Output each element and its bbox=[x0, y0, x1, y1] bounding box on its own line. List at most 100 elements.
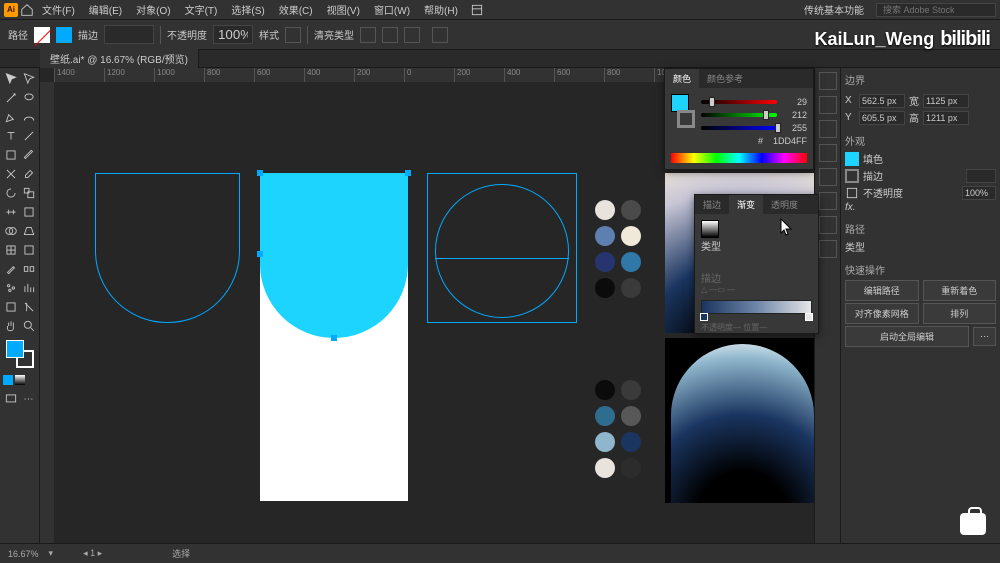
dock-symbols-icon[interactable] bbox=[819, 192, 837, 210]
zoom-tool[interactable] bbox=[20, 317, 37, 335]
prop-h-input[interactable] bbox=[923, 111, 969, 125]
eraser-tool[interactable] bbox=[20, 165, 37, 183]
dock-layers-icon[interactable] bbox=[819, 120, 837, 138]
tab-transparency[interactable]: 透明度 bbox=[763, 195, 806, 214]
appearance-opacity-input[interactable] bbox=[962, 186, 996, 200]
search-input[interactable] bbox=[876, 3, 996, 17]
perspective-tool[interactable] bbox=[20, 222, 37, 240]
menu-edit[interactable]: 编辑(E) bbox=[83, 0, 128, 19]
scale-tool[interactable] bbox=[20, 184, 37, 202]
rotate-tool[interactable] bbox=[2, 184, 19, 202]
menu-file[interactable]: 文件(F) bbox=[36, 0, 81, 19]
fill-stroke-indicator[interactable] bbox=[6, 340, 34, 368]
pen-tool[interactable] bbox=[2, 108, 19, 126]
color-stroke-swatch[interactable] bbox=[677, 110, 695, 128]
gradient-ramp[interactable] bbox=[701, 300, 812, 314]
style-picker[interactable] bbox=[285, 27, 301, 43]
prop-x-input[interactable] bbox=[859, 94, 905, 108]
opacity-input[interactable] bbox=[213, 25, 253, 44]
hex-value[interactable]: 1DD4FF bbox=[767, 136, 807, 146]
paintbrush-tool[interactable] bbox=[20, 146, 37, 164]
mesh-tool[interactable] bbox=[2, 241, 19, 259]
color-mode-switches[interactable] bbox=[2, 375, 37, 385]
artwork-shape-filled-u[interactable] bbox=[260, 173, 408, 338]
prop-y-input[interactable] bbox=[859, 111, 905, 125]
prop-w-input[interactable] bbox=[923, 94, 969, 108]
magic-wand-tool[interactable] bbox=[2, 89, 19, 107]
edit-toolbar[interactable]: ⋯ bbox=[20, 390, 37, 408]
menu-view[interactable]: 视图(V) bbox=[321, 0, 366, 19]
align-btn-3[interactable] bbox=[404, 27, 420, 43]
gradient-tool[interactable] bbox=[20, 241, 37, 259]
symbol-sprayer-tool[interactable] bbox=[2, 279, 19, 297]
no-color-swatch[interactable] bbox=[671, 130, 683, 142]
shaper-tool[interactable] bbox=[2, 165, 19, 183]
dock-libraries-icon[interactable] bbox=[819, 96, 837, 114]
shape-builder-tool[interactable] bbox=[2, 222, 19, 240]
align-btn-2[interactable] bbox=[382, 27, 398, 43]
dock-appearance-icon[interactable] bbox=[819, 240, 837, 258]
gradient-stop-2[interactable] bbox=[805, 313, 813, 321]
type-tool[interactable] bbox=[2, 127, 19, 145]
tab-gradient[interactable]: 渐变 bbox=[729, 195, 763, 214]
btn-pixel-align[interactable]: 对齐像素网格 bbox=[845, 303, 919, 324]
menu-window[interactable]: 窗口(W) bbox=[368, 0, 416, 19]
lasso-tool[interactable] bbox=[20, 89, 37, 107]
rectangle-tool[interactable] bbox=[2, 146, 19, 164]
fill-box[interactable] bbox=[6, 340, 24, 358]
gradient-stroke-swatch[interactable] bbox=[701, 256, 715, 270]
artboard-tool[interactable] bbox=[2, 298, 19, 316]
blend-tool[interactable] bbox=[20, 260, 37, 278]
color-panel[interactable]: 颜色 颜色参考 29 212 255 #1DD4FF bbox=[664, 68, 814, 170]
stroke-weight-input[interactable] bbox=[104, 25, 154, 44]
btn-more[interactable]: ⋯ bbox=[973, 327, 996, 346]
menu-effect[interactable]: 效果(C) bbox=[273, 0, 319, 19]
align-btn-1[interactable] bbox=[360, 27, 376, 43]
tab-stroke[interactable]: 描边 bbox=[695, 195, 729, 214]
btn-edit-path[interactable]: 编辑路径 bbox=[845, 280, 919, 301]
artwork-circle-outline[interactable] bbox=[435, 184, 569, 318]
screen-mode[interactable] bbox=[2, 390, 19, 408]
slider-b[interactable]: 255 bbox=[701, 123, 807, 133]
fill-swatch[interactable] bbox=[34, 27, 50, 43]
tab-color[interactable]: 颜色 bbox=[665, 69, 699, 88]
curvature-tool[interactable] bbox=[20, 108, 37, 126]
menu-help[interactable]: 帮助(H) bbox=[418, 0, 464, 19]
dock-stroke-icon[interactable] bbox=[819, 216, 837, 234]
gradient-preview-swatch[interactable] bbox=[701, 220, 719, 238]
home-icon[interactable] bbox=[20, 3, 34, 17]
btn-recolor[interactable]: 重新着色 bbox=[923, 280, 997, 301]
dock-swatches-icon[interactable] bbox=[819, 144, 837, 162]
appearance-stroke-weight[interactable] bbox=[966, 169, 996, 183]
align-btn-4[interactable] bbox=[432, 27, 448, 43]
slider-r[interactable]: 29 bbox=[701, 97, 807, 107]
menu-type[interactable]: 文字(T) bbox=[179, 0, 224, 19]
btn-global-edit[interactable]: 启动全局编辑 bbox=[845, 326, 969, 347]
artwork-gradient-bottom[interactable] bbox=[665, 338, 814, 503]
stroke-swatch[interactable] bbox=[56, 27, 72, 43]
gradient-panel[interactable]: 描边 渐变 透明度 类型 描边 △ —▭ — 不透明度— 位置— bbox=[694, 194, 819, 334]
workspace-switcher[interactable]: 传统基本功能 bbox=[798, 0, 870, 19]
zoom-level[interactable]: 16.67% bbox=[8, 549, 39, 559]
artwork-shape-outline-u[interactable] bbox=[95, 173, 240, 323]
graph-tool[interactable] bbox=[20, 279, 37, 297]
gradient-stop-1[interactable] bbox=[700, 313, 708, 321]
dock-brushes-icon[interactable] bbox=[819, 168, 837, 186]
width-tool[interactable] bbox=[2, 203, 19, 221]
hand-tool[interactable] bbox=[2, 317, 19, 335]
share-icon[interactable] bbox=[470, 3, 484, 17]
eyedropper-tool[interactable] bbox=[2, 260, 19, 278]
free-transform-tool[interactable] bbox=[20, 203, 37, 221]
selection-tool[interactable] bbox=[2, 70, 19, 88]
line-tool[interactable] bbox=[20, 127, 37, 145]
dock-properties-icon[interactable] bbox=[819, 72, 837, 90]
slider-g[interactable]: 212 bbox=[701, 110, 807, 120]
appearance-fill-swatch[interactable] bbox=[845, 152, 859, 166]
menu-select[interactable]: 选择(S) bbox=[225, 0, 270, 19]
document-tab[interactable]: 壁纸.ai* @ 16.67% (RGB/预览) bbox=[40, 49, 199, 68]
menu-object[interactable]: 对象(O) bbox=[130, 0, 176, 19]
tab-color-guide[interactable]: 颜色参考 bbox=[699, 69, 751, 88]
appearance-stroke-swatch[interactable] bbox=[845, 169, 859, 183]
direct-selection-tool[interactable] bbox=[20, 70, 37, 88]
spectrum-strip[interactable] bbox=[671, 153, 807, 163]
